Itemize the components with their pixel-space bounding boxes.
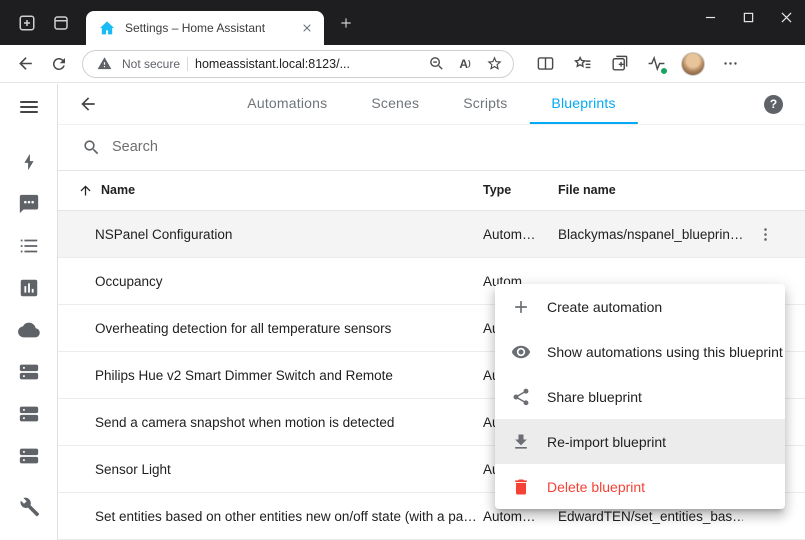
row-name: Philips Hue v2 Smart Dimmer Switch and R… <box>58 368 483 383</box>
browser-tab[interactable]: Settings – Home Assistant <box>86 11 324 45</box>
sidebar-item-cloud[interactable] <box>0 309 57 351</box>
read-aloud-icon[interactable]: A) <box>454 53 476 75</box>
search-bar[interactable]: Search <box>58 125 805 171</box>
download-icon <box>511 432 531 452</box>
sidebar-item-logbook[interactable] <box>0 225 57 267</box>
window-controls <box>691 0 805 34</box>
ha-sidebar <box>0 84 58 540</box>
home-assistant-favicon <box>96 17 118 39</box>
tab-title: Settings – Home Assistant <box>125 21 291 35</box>
sidebar-item-server-2[interactable] <box>0 393 57 435</box>
menu-item-reimport-blueprint[interactable]: Re-import blueprint <box>495 419 785 464</box>
new-tab-button[interactable] <box>332 9 360 37</box>
tab-actions-icon[interactable] <box>44 6 78 40</box>
sort-ascending-icon <box>78 183 93 198</box>
close-button[interactable] <box>767 0 805 34</box>
row-name: Send a camera snapshot when motion is de… <box>58 415 483 430</box>
workspaces-icon[interactable] <box>10 6 44 40</box>
menu-item-share-blueprint[interactable]: Share blueprint <box>495 374 785 419</box>
menu-item-label: Share blueprint <box>547 389 642 405</box>
toolbar-actions <box>532 51 743 77</box>
menu-item-label: Create automation <box>547 299 662 315</box>
sidebar-item-tools[interactable] <box>0 486 57 528</box>
not-secure-warning-icon[interactable] <box>93 53 115 75</box>
menu-item-label: Delete blueprint <box>547 479 645 495</box>
row-file: EdwardTEN/set_entities_bas… <box>558 509 743 524</box>
row-name: Occupancy <box>58 274 483 289</box>
security-label: Not secure <box>122 57 180 71</box>
tab-close-icon[interactable] <box>298 19 316 37</box>
back-icon[interactable] <box>10 49 40 79</box>
refresh-icon[interactable] <box>44 49 74 79</box>
row-overflow-menu-button[interactable] <box>743 212 787 256</box>
browser-menu-icon[interactable] <box>717 51 743 77</box>
help-button[interactable]: ? <box>764 95 783 114</box>
menu-item-delete-blueprint[interactable]: Delete blueprint <box>495 464 785 509</box>
row-name: Sensor Light <box>58 462 483 477</box>
browser-titlebar: Settings – Home Assistant <box>0 0 805 45</box>
favorite-star-icon[interactable] <box>483 53 505 75</box>
menu-item-label: Show automations using this blueprint <box>547 344 783 360</box>
search-icon <box>80 136 102 158</box>
browser-essentials-icon[interactable] <box>643 51 669 77</box>
eye-icon <box>511 342 531 362</box>
tab-blueprints[interactable]: Blueprints <box>529 84 637 124</box>
column-header-type[interactable]: Type <box>483 183 558 197</box>
browser-window: Settings – Home Assistant <box>0 0 805 540</box>
sidebar-item-server-1[interactable] <box>0 351 57 393</box>
browser-toolbar: Not secure homeassistant.local:8123/... … <box>0 45 805 83</box>
tab-automations[interactable]: Automations <box>225 84 349 124</box>
sidebar-item-history[interactable] <box>0 267 57 309</box>
zoom-out-icon[interactable] <box>425 53 447 75</box>
avatar <box>681 52 705 76</box>
table-row[interactable]: NSPanel Configuration Autom… Blackymas/n… <box>58 211 805 258</box>
plus-icon <box>511 297 531 317</box>
ha-nav-tabs: Automations Scenes Scripts Blueprints <box>225 84 637 124</box>
url-text[interactable]: homeassistant.local:8123/... <box>195 57 418 71</box>
row-name: Overheating detection for all temperatur… <box>58 321 483 336</box>
column-header-name[interactable]: Name <box>58 183 483 198</box>
table-header: Name Type File name <box>58 171 805 211</box>
menu-item-show-automations[interactable]: Show automations using this blueprint <box>495 329 785 374</box>
trash-icon <box>511 477 531 497</box>
collections-icon[interactable] <box>606 51 632 77</box>
ha-back-icon[interactable] <box>68 84 108 124</box>
row-type: Autom… <box>483 509 558 524</box>
profile-avatar[interactable] <box>680 51 706 77</box>
address-divider <box>187 57 188 71</box>
search-input[interactable]: Search <box>112 139 158 155</box>
menu-item-label: Re-import blueprint <box>547 434 666 450</box>
tab-scenes[interactable]: Scenes <box>349 84 441 124</box>
row-name: Set entities based on other entities new… <box>58 509 483 524</box>
menu-item-create-automation[interactable]: Create automation <box>495 284 785 329</box>
blueprint-context-menu: Create automation Show automations using… <box>495 284 785 509</box>
essentials-status-dot <box>660 67 668 75</box>
row-file: Blackymas/nspanel_blueprin… <box>558 227 743 242</box>
sidebar-item-energy[interactable] <box>0 141 57 183</box>
column-header-file[interactable]: File name <box>558 183 743 197</box>
tab-scripts[interactable]: Scripts <box>441 84 529 124</box>
split-screen-icon[interactable] <box>532 51 558 77</box>
sidebar-menu-icon[interactable] <box>0 84 57 129</box>
address-bar[interactable]: Not secure homeassistant.local:8123/... … <box>82 50 514 78</box>
row-name: NSPanel Configuration <box>58 227 483 242</box>
row-type: Autom… <box>483 227 558 242</box>
sidebar-item-server-3[interactable] <box>0 435 57 477</box>
favorites-icon[interactable] <box>569 51 595 77</box>
ha-header: Automations Scenes Scripts Blueprints ? <box>58 84 805 125</box>
maximize-button[interactable] <box>729 0 767 34</box>
share-icon <box>511 387 531 407</box>
minimize-button[interactable] <box>691 0 729 34</box>
sidebar-item-assist[interactable] <box>0 183 57 225</box>
